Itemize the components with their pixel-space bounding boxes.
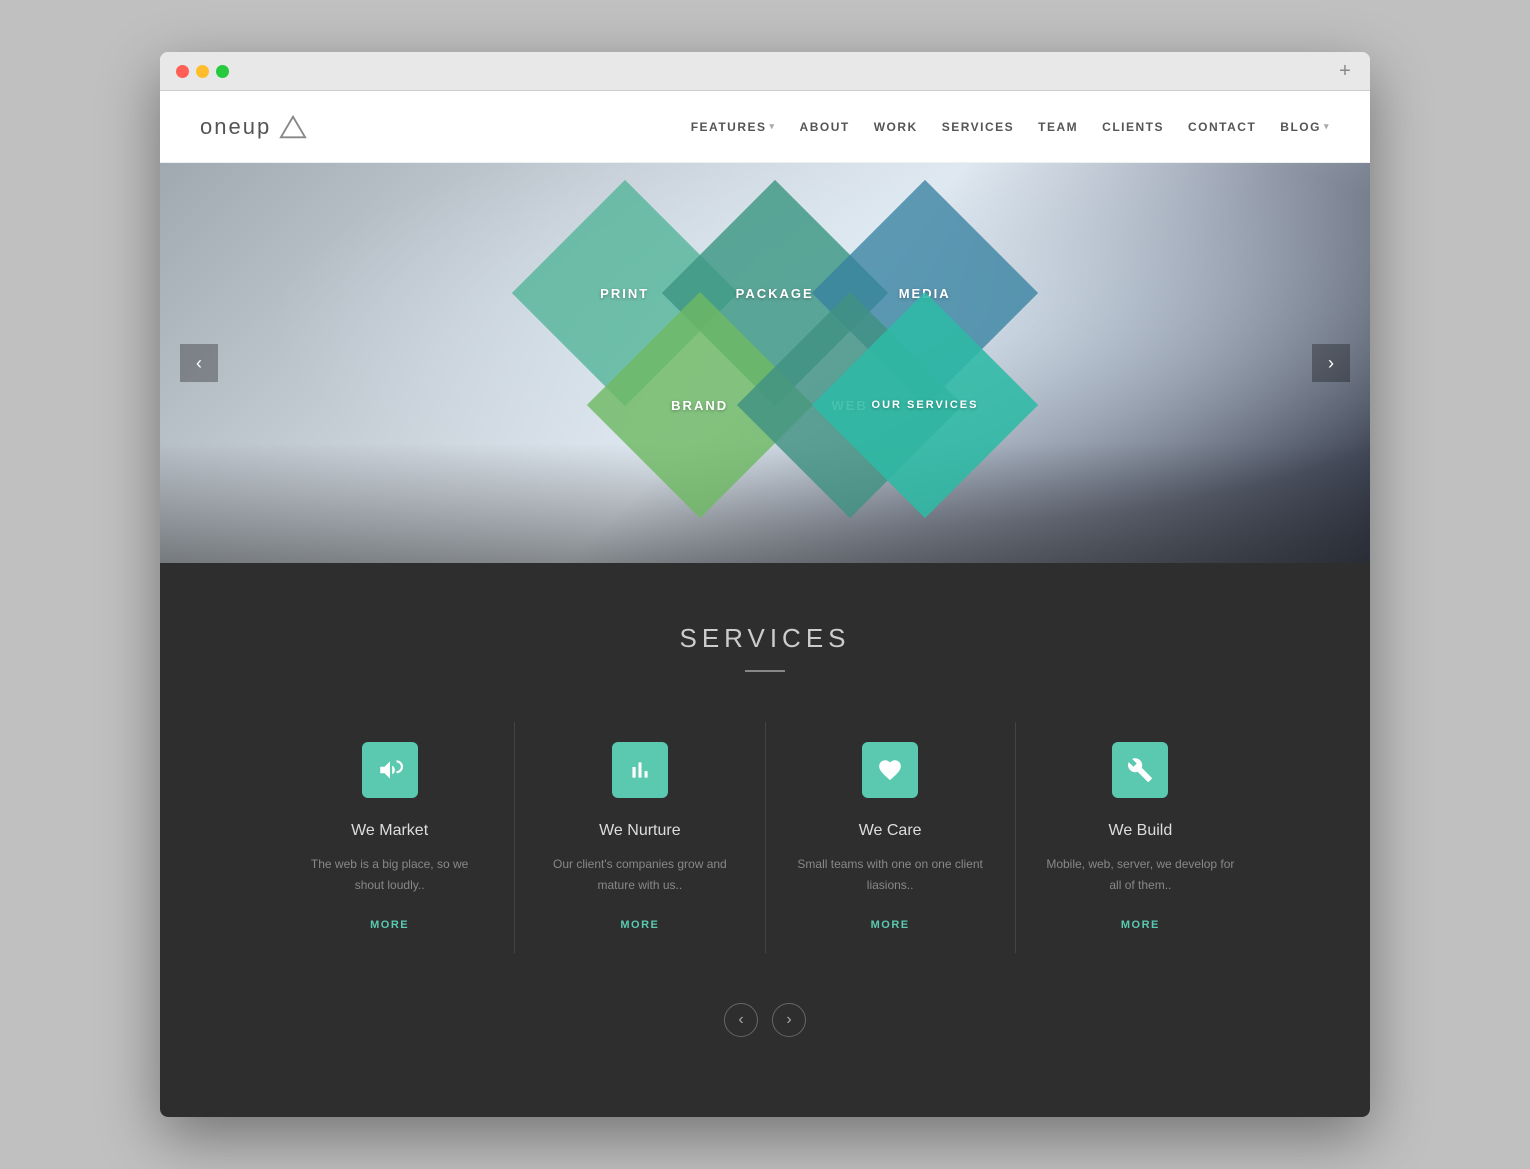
dot-green[interactable] <box>216 65 229 78</box>
logo-text: oneup <box>200 114 271 140</box>
service-build-desc: Mobile, web, server, we develop for all … <box>1046 854 1235 895</box>
logo-triangle-icon <box>279 113 307 141</box>
blog-dropdown-arrow: ▾ <box>1324 121 1330 132</box>
browser-window: + oneup FEATURES ▾ ABOUT WORK SERVICES T… <box>160 52 1370 1117</box>
logo[interactable]: oneup <box>200 113 307 141</box>
nav-clients[interactable]: CLIENTS <box>1102 120 1164 134</box>
services-grid: We Market The web is a big place, so we … <box>265 722 1265 953</box>
slider-next-button[interactable]: › <box>1312 344 1350 382</box>
service-market: We Market The web is a big place, so we … <box>265 722 515 953</box>
services-title: SERVICES <box>200 623 1330 654</box>
service-market-title: We Market <box>295 822 484 840</box>
service-care-title: We Care <box>796 822 985 840</box>
service-nurture-icon <box>612 742 668 798</box>
service-nurture-title: We Nurture <box>545 822 734 840</box>
service-nurture-more[interactable]: MORE <box>620 919 659 931</box>
services-section: SERVICES We Market The web is a big plac… <box>160 563 1370 1117</box>
nav-contact[interactable]: CONTACT <box>1188 120 1256 134</box>
service-nurture: We Nurture Our client's companies grow a… <box>515 722 765 953</box>
service-care: We Care Small teams with one on one clie… <box>766 722 1016 953</box>
service-build-title: We Build <box>1046 822 1235 840</box>
nav-team[interactable]: TEAM <box>1038 120 1078 134</box>
nav-blog[interactable]: BLOG ▾ <box>1280 120 1330 134</box>
site-header: oneup FEATURES ▾ ABOUT WORK SERVICES TEA… <box>160 91 1370 163</box>
dot-yellow[interactable] <box>196 65 209 78</box>
service-build: We Build Mobile, web, server, we develop… <box>1016 722 1265 953</box>
service-build-icon <box>1112 742 1168 798</box>
service-market-icon <box>362 742 418 798</box>
service-market-more[interactable]: MORE <box>370 919 409 931</box>
services-nav-prev[interactable]: ‹ <box>724 1003 758 1037</box>
nav-about[interactable]: ABOUT <box>800 120 850 134</box>
service-care-more[interactable]: MORE <box>871 919 910 931</box>
slider-prev-button[interactable]: ‹ <box>180 344 218 382</box>
services-divider <box>745 670 785 672</box>
dot-red[interactable] <box>176 65 189 78</box>
service-nurture-desc: Our client's companies grow and mature w… <box>545 854 734 895</box>
service-care-icon <box>862 742 918 798</box>
add-tab-button[interactable]: + <box>1336 62 1354 80</box>
services-nav-next[interactable]: › <box>772 1003 806 1037</box>
services-slider-nav: ‹ › <box>200 1003 1330 1037</box>
browser-dots <box>176 65 229 78</box>
features-dropdown-arrow: ▾ <box>770 121 776 132</box>
main-nav: FEATURES ▾ ABOUT WORK SERVICES TEAM CLIE… <box>691 120 1330 134</box>
service-build-more[interactable]: MORE <box>1121 919 1160 931</box>
nav-features[interactable]: FEATURES ▾ <box>691 120 776 134</box>
nav-services[interactable]: SERVICES <box>942 120 1014 134</box>
hero-section: ‹ PRINT PACKAGE MEDIA BRAND WEB <box>160 163 1370 563</box>
service-care-desc: Small teams with one on one client liasi… <box>796 854 985 895</box>
nav-work[interactable]: WORK <box>874 120 918 134</box>
diamond-grid: PRINT PACKAGE MEDIA BRAND WEB OUR SERVIC… <box>485 193 1045 533</box>
browser-chrome: + <box>160 52 1370 91</box>
service-market-desc: The web is a big place, so we shout loud… <box>295 854 484 895</box>
diamond-our-services-label: OUR SERVICES <box>845 399 1005 411</box>
